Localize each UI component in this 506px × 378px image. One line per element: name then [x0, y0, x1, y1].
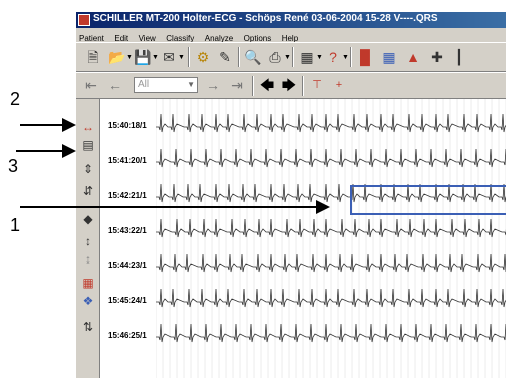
forward-icon[interactable]: → — [204, 76, 222, 94]
prev-event-icon[interactable]: 🡄 — [258, 76, 276, 94]
window-title: SCHILLER MT-200 Holter-ECG - Schöps René… — [93, 13, 438, 24]
24h-trend-icon[interactable]: █ — [356, 48, 374, 66]
network-dropdown-icon[interactable]: ▼ — [316, 54, 323, 61]
chevron-down-icon: ▼ — [187, 80, 195, 89]
title-bar: SCHILLER MT-200 Holter-ECG - Schöps René… — [76, 12, 506, 28]
callout-arrow-2 — [20, 124, 64, 126]
compress-icon[interactable]: ⇵ — [79, 183, 97, 199]
help-icon[interactable]: ? — [324, 48, 342, 66]
toolbar-separator — [238, 47, 240, 67]
next-event-icon[interactable]: 🡆 — [280, 76, 298, 94]
network-icon[interactable]: ▦ — [298, 48, 316, 66]
markers-icon[interactable]: ▦ — [79, 275, 97, 291]
main-toolbar: 🗎 📂 ▼ 💾 ▼ ✉ ▼ ⚙ ✎ 🔍 ⎙ ▼ ▦ ▼ ? ▼ █ ▦ ▲ ✚ … — [76, 42, 506, 72]
ecg-time-label: 15:43:22/1 — [108, 226, 147, 235]
list-icon[interactable]: ⇅ — [79, 319, 97, 335]
expand-vertical-icon[interactable]: ⇕ — [79, 161, 97, 177]
hr-trend-icon[interactable]: ▲ — [404, 48, 422, 66]
save-icon[interactable]: 💾 — [134, 48, 152, 66]
callout-arrow-1 — [20, 206, 318, 208]
adjust-icon[interactable]: ❖ — [79, 293, 97, 309]
ecg-time-label: 15:40:18/1 — [108, 121, 147, 130]
ecg-traces — [156, 99, 506, 378]
ecg-time-label: 15:45:24/1 — [108, 296, 147, 305]
callout-number-3: 3 — [8, 156, 19, 176]
callout-arrow-3 — [16, 150, 64, 152]
open-dropdown-icon[interactable]: ▼ — [126, 54, 133, 61]
table-icon[interactable]: ▦ — [380, 48, 398, 66]
ruler-icon[interactable]: ↕ — [79, 233, 97, 249]
callout-arrowhead-2 — [62, 118, 76, 132]
app-logo-icon — [78, 14, 90, 26]
back-icon[interactable]: ← — [106, 76, 124, 94]
toolbar-separator — [188, 47, 190, 67]
ecg-time-label: 15:42:21/1 — [108, 191, 147, 200]
marker-icon[interactable]: ⊤ — [308, 76, 326, 94]
spread-icon[interactable]: ◆ — [79, 211, 97, 227]
callout-number-1: 1 — [10, 215, 21, 235]
toolbar-separator — [302, 76, 304, 96]
toolbar-separator — [350, 47, 352, 67]
edit-icon[interactable]: ✎ — [216, 48, 234, 66]
print-preview-icon[interactable]: 🔍 — [244, 48, 262, 66]
ecg-time-label: 15:44:23/1 — [108, 261, 147, 270]
first-icon[interactable]: ⇤ — [82, 76, 100, 94]
email-icon[interactable]: ✉ — [160, 48, 178, 66]
user-settings-icon[interactable]: ⚙ — [194, 48, 212, 66]
ecg-grid-icon[interactable]: ✚ — [428, 48, 446, 66]
callout-arrowhead-3 — [62, 144, 76, 158]
app-window: SCHILLER MT-200 Holter-ECG - Schöps René… — [76, 12, 506, 378]
ecg-time-label: 15:41:20/1 — [108, 156, 147, 165]
filter-select[interactable]: All ▼ — [134, 77, 198, 93]
print-icon[interactable]: ⎙ — [266, 48, 284, 66]
navigation-toolbar: ⇤ ← All ▼ → ⇥ 🡄 🡆 ⊤ + — [76, 72, 506, 99]
selected-ecg-segment[interactable] — [350, 185, 506, 215]
ecg-time-label: 15:46:25/1 — [108, 331, 147, 340]
callout-arrowhead-1 — [316, 200, 330, 214]
open-folder-icon[interactable]: 📂 — [108, 48, 126, 66]
stack-icon[interactable]: ▤ — [79, 137, 97, 153]
save-dropdown-icon[interactable]: ▼ — [152, 54, 159, 61]
last-icon[interactable]: ⇥ — [228, 76, 246, 94]
ecg-strip-view[interactable]: 15:40:18/1 15:41:20/1 15:42:21/1 15:43:2… — [100, 99, 506, 378]
jump-icon[interactable]: ↨ — [79, 251, 97, 267]
toolbar-separator — [292, 47, 294, 67]
line-tool-icon[interactable]: ↔ — [79, 119, 97, 135]
new-document-icon[interactable]: 🗎 — [84, 48, 102, 66]
more-tools-icon[interactable]: ┃ — [450, 48, 468, 66]
email-dropdown-icon[interactable]: ▼ — [178, 54, 185, 61]
menu-bar: Patient Edit View Classify Analyze Optio… — [76, 28, 506, 43]
help-dropdown-icon[interactable]: ▼ — [342, 54, 349, 61]
marker-add-icon[interactable]: + — [330, 76, 348, 94]
vertical-tool-strip: ↔ ▤ ⇕ ⇵ ◆ ↕ ↨ ▦ ❖ ⇅ — [76, 99, 100, 378]
filter-select-value: All — [138, 79, 150, 90]
toolbar-separator — [252, 76, 254, 96]
callout-number-2: 2 — [10, 89, 21, 109]
print-dropdown-icon[interactable]: ▼ — [284, 54, 291, 61]
